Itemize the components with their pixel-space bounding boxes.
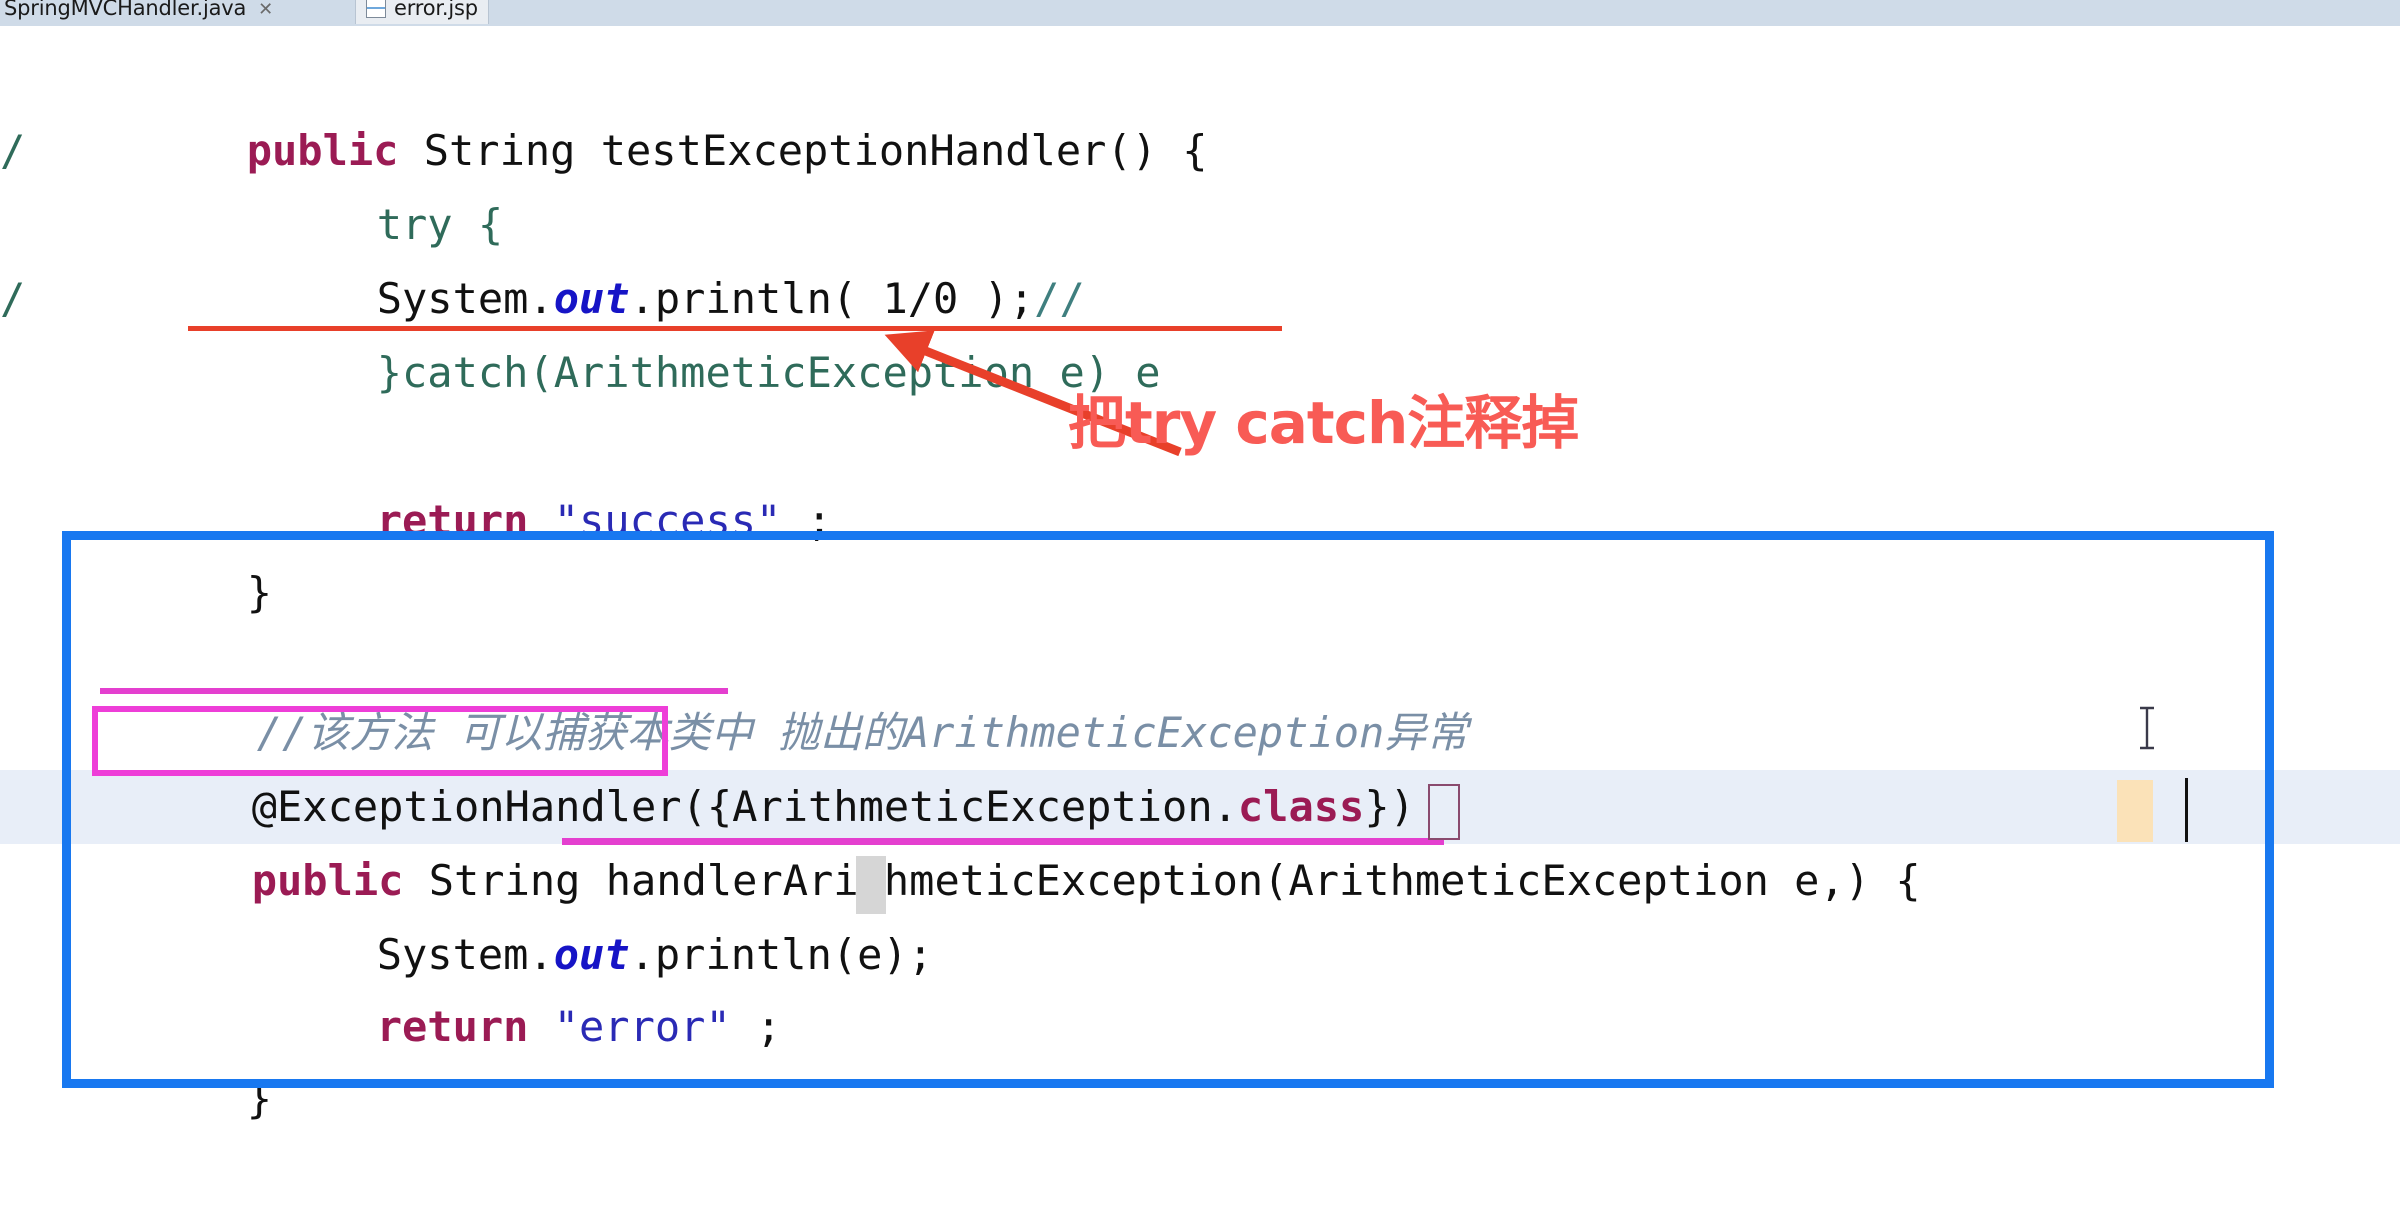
editor-tab-bar: SpringMVCHandler.java ✕ error.jsp (0, 0, 2400, 26)
close-icon[interactable]: ✕ (258, 0, 273, 20)
code-line-4[interactable]: }catch(ArithmeticException e) e (0, 262, 2400, 397)
tab-error-jsp[interactable]: error.jsp (355, 0, 489, 24)
code-canvas[interactable]: / / public String testExceptionHandler()… (0, 26, 2400, 1123)
callout-text: 把try catch注释掉 (1068, 389, 1579, 457)
code-line-1[interactable]: public String testExceptionHandler() { (0, 40, 2400, 175)
code-editor-screenshot: SpringMVCHandler.java ✕ error.jsp / / pu… (0, 0, 2400, 1123)
code-line-2[interactable]: try { (0, 114, 2400, 249)
tab-label: error.jsp (394, 0, 478, 20)
code-line-3[interactable]: System.out.println( 1/0 );// (0, 188, 2400, 323)
tab-label: SpringMVCHandler.java (4, 0, 247, 20)
jsp-file-icon (366, 0, 386, 18)
highlight-region-box (62, 531, 2274, 1088)
tab-springmvchandler-java[interactable]: SpringMVCHandler.java ✕ (0, 0, 283, 24)
